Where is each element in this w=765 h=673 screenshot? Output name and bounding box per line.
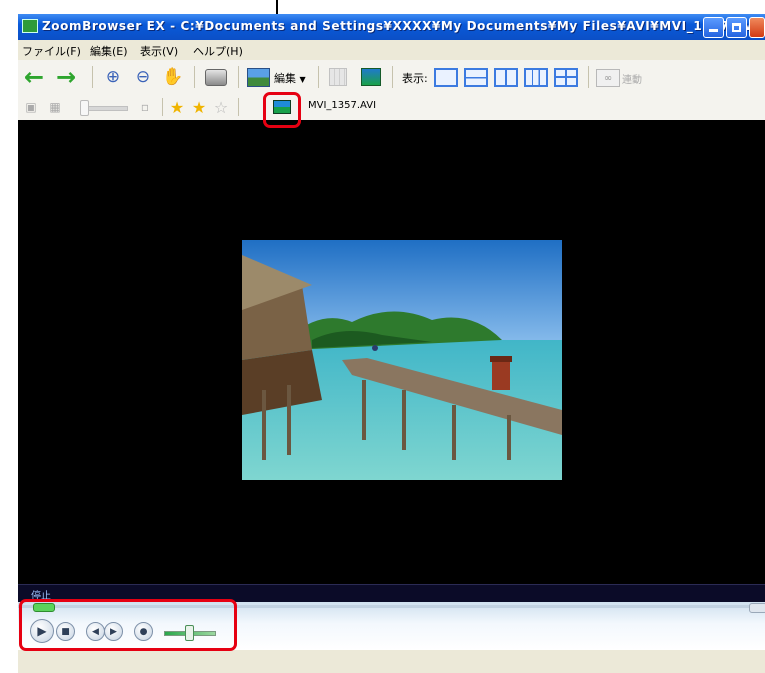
filename-label: MVI_1357.AVI [308,100,377,111]
app-icon [22,19,38,33]
chevron-down-icon: ▼ [299,75,306,84]
view-mode-label: 表示: [402,72,428,85]
forward-arrow-icon[interactable]: → [54,64,78,90]
menu-edit[interactable]: 編集(E) [90,43,128,59]
menu-view[interactable]: 表示(V) [140,43,178,59]
title-bar[interactable]: ZoomBrowser EX - C:¥Documents and Settin… [18,14,765,40]
window-fit-icon: ▫ [140,100,150,114]
back-arrow-icon[interactable]: ← [22,64,46,90]
vertical-split-icon[interactable] [494,68,518,87]
maximize-button[interactable] [726,17,747,38]
star-icon[interactable]: ☆ [212,97,230,117]
hand-tool-icon[interactable]: ✋ [162,65,184,89]
menu-bar: ファイル(F) 編集(E) 表示(V) ヘルプ(H) [18,40,765,60]
callout-highlight-movie-edit [263,92,301,128]
video-frame [242,240,562,480]
window-bottom-bar [18,650,765,673]
window-title: ZoomBrowser EX - C:¥Documents and Settin… [42,19,765,33]
menu-file[interactable]: ファイル(F) [22,43,81,59]
star-icon[interactable]: ★ [190,97,208,117]
zoombrowser-window: ZoomBrowser EX - C:¥Documents and Settin… [18,14,765,673]
video-viewer[interactable] [18,120,765,584]
main-toolbar: ← → ⊕ ⊖ ✋ 編集 ▼ 表示: ∞ 連動 [18,60,765,95]
zoom-out-icon[interactable]: ⊖ [132,66,154,88]
horizontal-split-icon[interactable] [464,68,488,87]
sync-label: 連動 [622,75,642,86]
menu-help[interactable]: ヘルプ(H) [193,43,243,59]
edit-image-icon[interactable] [246,66,270,88]
grid-icon [328,67,348,87]
zoom-slider-thumb[interactable] [80,100,89,116]
secondary-toolbar: ▣ ▦ ▫ ★ ★ ☆ MVI_1357.AVI [18,94,765,121]
close-button[interactable] [749,17,765,38]
zoom-in-icon[interactable]: ⊕ [102,66,124,88]
slideshow-icon[interactable] [360,67,382,87]
minimize-button[interactable] [703,17,724,38]
single-view-icon[interactable] [434,68,458,87]
triple-split-icon[interactable] [524,68,548,87]
link-icon: ∞ [596,69,620,87]
fit-icon: ▣ [25,100,37,114]
minimize-icon [709,29,718,32]
edit-label: 編集 [274,72,296,85]
beach-image [242,240,562,480]
star-icon[interactable]: ★ [168,97,186,117]
seek-end-handle[interactable] [749,603,765,613]
actual-size-icon: ▦ [49,100,61,114]
print-icon[interactable] [204,65,228,89]
edit-menu-button[interactable]: 編集 ▼ [274,70,306,86]
maximize-icon [732,23,741,32]
quad-split-icon[interactable] [554,68,578,87]
callout-highlight-player-controls [19,599,237,651]
